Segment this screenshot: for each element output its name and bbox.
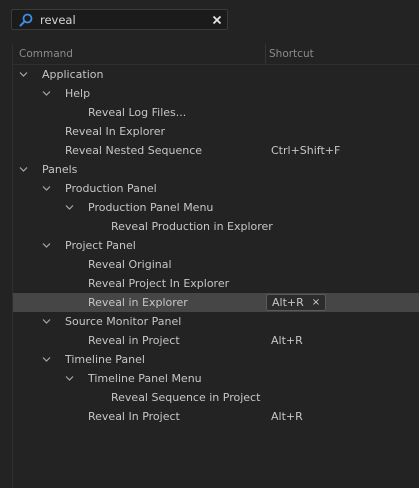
close-icon <box>212 15 221 24</box>
command-label: Help <box>65 87 91 100</box>
tree-row[interactable]: Panels <box>13 160 419 179</box>
command-tree: Application Help Reveal Log Files... Reveal… <box>13 65 419 426</box>
tree-row[interactable]: Project Panel <box>13 236 419 255</box>
command-label: Reveal in Explorer <box>88 296 188 309</box>
tree-row[interactable]: Production Panel <box>13 179 419 198</box>
tree-row[interactable]: Timeline Panel <box>13 350 419 369</box>
tree-row[interactable]: Reveal Sequence in Project <box>13 388 419 407</box>
tree-row[interactable]: Timeline Panel Menu <box>13 369 419 388</box>
command-label: Reveal In Explorer <box>65 125 165 138</box>
search-icon <box>18 12 34 28</box>
command-label: Panels <box>42 163 78 176</box>
search-input[interactable] <box>40 12 200 27</box>
tree-row[interactable]: Reveal in Project Alt+R <box>13 331 419 350</box>
tree-row[interactable]: Reveal in Explorer Alt+R × <box>13 293 419 312</box>
tree-row[interactable]: Reveal Project In Explorer <box>13 274 419 293</box>
table-header: Command Shortcut <box>13 44 419 65</box>
command-label: Reveal Nested Sequence <box>65 144 203 157</box>
command-label: Reveal Production in Explorer <box>111 220 273 233</box>
shortcut-value[interactable]: Ctrl+Shift+F <box>271 144 340 157</box>
command-label: Reveal in Project <box>88 334 180 347</box>
search-box[interactable] <box>11 9 228 30</box>
chevron-down-icon[interactable] <box>42 355 51 364</box>
shortcut-value: Alt+R <box>272 296 304 309</box>
command-label: Production Panel Menu <box>88 201 214 214</box>
chevron-down-icon[interactable] <box>42 89 51 98</box>
chevron-down-icon[interactable] <box>19 70 28 79</box>
shortcut-pill[interactable]: Alt+R × <box>266 294 327 311</box>
command-label: Reveal Project In Explorer <box>88 277 230 290</box>
chevron-down-icon[interactable] <box>65 374 74 383</box>
column-header-shortcut[interactable]: Shortcut <box>269 48 314 60</box>
clear-search-button[interactable] <box>209 12 224 27</box>
tree-row[interactable]: Reveal Log Files... <box>13 103 419 122</box>
remove-shortcut-icon[interactable]: × <box>312 297 320 308</box>
command-label: Reveal In Project <box>88 410 180 423</box>
tree-row[interactable]: Production Panel Menu <box>13 198 419 217</box>
chevron-down-icon[interactable] <box>42 241 51 250</box>
tree-row[interactable]: Reveal Production in Explorer <box>13 217 419 236</box>
tree-row[interactable]: Source Monitor Panel <box>13 312 419 331</box>
command-label: Production Panel <box>65 182 157 195</box>
chevron-down-icon[interactable] <box>19 165 28 174</box>
shortcut-value[interactable]: Alt+R <box>271 410 303 423</box>
tree-row[interactable]: Help <box>13 84 419 103</box>
command-label: Application <box>42 68 104 81</box>
command-label: Timeline Panel Menu <box>88 372 202 385</box>
column-divider[interactable] <box>265 44 266 64</box>
command-label: Reveal Sequence in Project <box>111 391 261 404</box>
tree-row[interactable]: Reveal In Explorer <box>13 122 419 141</box>
tree-row[interactable]: Reveal Original <box>13 255 419 274</box>
tree-row[interactable]: Reveal Nested Sequence Ctrl+Shift+F <box>13 141 419 160</box>
command-label: Reveal Log Files... <box>88 106 187 119</box>
tree-row[interactable]: Application <box>13 65 419 84</box>
command-label: Project Panel <box>65 239 136 252</box>
command-label: Timeline Panel <box>65 353 145 366</box>
tree-row[interactable]: Reveal In Project Alt+R <box>13 407 419 426</box>
command-label: Reveal Original <box>88 258 172 271</box>
chevron-down-icon[interactable] <box>42 317 51 326</box>
chevron-down-icon[interactable] <box>65 203 74 212</box>
command-label: Source Monitor Panel <box>65 315 182 328</box>
shortcuts-table: Command Shortcut Application Help Reveal L… <box>12 44 419 488</box>
chevron-down-icon[interactable] <box>42 184 51 193</box>
shortcut-value[interactable]: Alt+R <box>271 334 303 347</box>
column-header-command[interactable]: Command <box>19 48 73 60</box>
